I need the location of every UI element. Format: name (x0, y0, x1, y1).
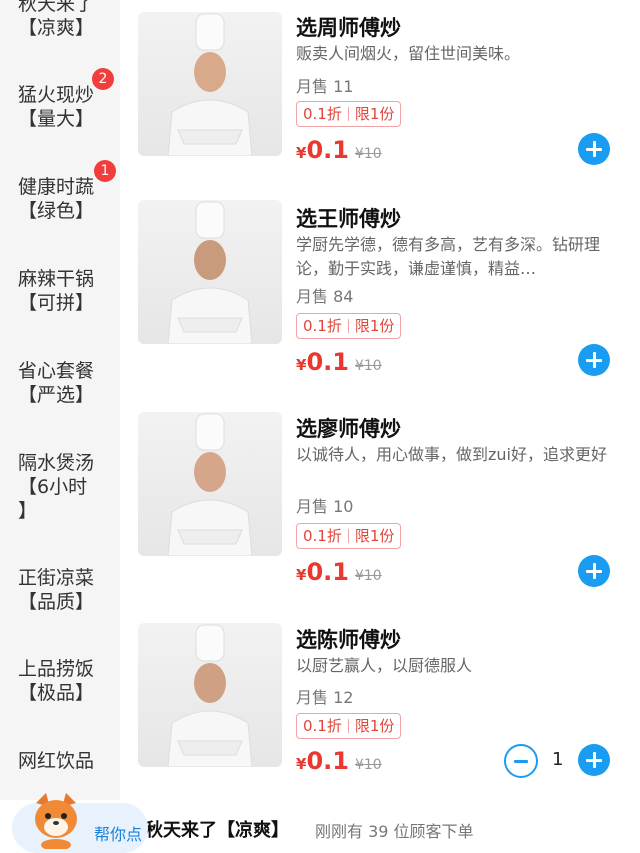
quantity-value: 1 (552, 749, 564, 770)
product-card[interactable]: 选廖师傅炒 以诚待人，用心做事，做到zui好，追求更好 月售 10 0.1折 限… (120, 410, 640, 620)
discount-label: 0.1折 (303, 717, 342, 735)
original-price: ¥10 (354, 568, 382, 584)
chef-icon (167, 413, 253, 556)
sidebar-item-sublabel: 】 (18, 500, 38, 522)
sidebar-item-vegetables[interactable]: 健康时蔬 【绿色】 (0, 175, 120, 223)
add-to-cart-plus-icon[interactable] (578, 344, 610, 376)
add-to-cart-plus-icon[interactable] (578, 133, 610, 165)
price: ¥0.1 ¥10 (296, 558, 382, 586)
sidebar-item-sublabel: 【严选】 (18, 384, 95, 406)
monthly-sales: 月售 84 (296, 287, 354, 306)
price: ¥0.1 ¥10 (296, 747, 382, 775)
discount-label: 0.1折 (303, 105, 342, 123)
sidebar-item-autumn[interactable]: 秋天来了 【凉爽】 (0, 0, 120, 40)
remove-from-cart-minus-icon[interactable] (504, 744, 538, 778)
price-value: 0.1 (306, 136, 349, 164)
sidebar-item-label: 秋天来了 (18, 0, 95, 15)
sidebar-item-label: 网红饮品 (18, 750, 95, 772)
sidebar-item-drinks[interactable]: 网红饮品 (0, 749, 120, 773)
sidebar-item-label: 省心套餐 (18, 360, 95, 382)
sidebar-item-coldsalad[interactable]: 正街凉菜 【品质】 (0, 566, 120, 614)
chef-photo (138, 412, 282, 556)
sidebar-item-label: 隔水煲汤 (18, 452, 95, 474)
product-description: 以诚待人，用心做事，做到zui好，追求更好 (296, 445, 607, 464)
product-description: 学厨先学德，德有多高，艺有多深。钻研理论，勤于实践，谦虚谨慎，精益… (296, 235, 601, 278)
currency-symbol: ¥ (296, 755, 307, 773)
monthly-sales: 月售 11 (296, 77, 354, 96)
product-title: 选王师傅炒 (296, 207, 401, 231)
product-description: 以厨艺赢人，以厨德服人 (296, 656, 473, 675)
chef-icon (167, 624, 253, 767)
sidebar-item-sublabel: 【6小时 (18, 476, 88, 498)
product-card[interactable]: 选周师傅炒 贩卖人间烟火，留住世间美味。 月售 11 0.1折 限1份 ¥0.1… (120, 0, 640, 210)
cart-count-badge: 1 (94, 160, 116, 182)
sidebar-item-sublabel: 【量大】 (18, 108, 95, 130)
limit-label: 限1份 (354, 527, 395, 545)
price-value: 0.1 (306, 747, 349, 775)
currency-symbol: ¥ (296, 356, 307, 374)
original-price: ¥10 (354, 146, 382, 162)
add-to-cart-plus-icon[interactable] (578, 744, 610, 776)
discount-label: 0.1折 (303, 317, 342, 335)
discount-label: 0.1折 (303, 527, 342, 545)
monthly-sales: 月售 10 (296, 497, 354, 516)
sidebar-item-sublabel: 【绿色】 (18, 200, 95, 222)
discount-tag: 0.1折 限1份 (296, 523, 402, 549)
discount-tag: 0.1折 限1份 (296, 101, 402, 127)
chef-icon (167, 13, 253, 156)
sidebar-item-drypot[interactable]: 麻辣干锅 【可拼】 (0, 267, 120, 315)
currency-symbol: ¥ (296, 566, 307, 584)
sidebar-item-label: 正街凉菜 (18, 567, 95, 589)
sidebar-item-sublabel: 【品质】 (18, 591, 95, 613)
product-title: 选周师傅炒 (296, 16, 401, 40)
chef-icon (167, 201, 253, 344)
price-value: 0.1 (306, 348, 349, 376)
cart-count-badge: 2 (92, 68, 114, 90)
footer-category-title: 秋天来了【凉爽】 (145, 820, 289, 841)
helper-label: 帮你点 (94, 825, 143, 844)
sidebar-item-stirfry[interactable]: 猛火现炒 【量大】 (0, 83, 120, 131)
limit-label: 限1份 (354, 105, 395, 123)
price-value: 0.1 (306, 558, 349, 586)
chef-photo (138, 12, 282, 156)
category-sidebar: 秋天来了 【凉爽】 猛火现炒 【量大】 2 健康时蔬 【绿色】 1 麻辣干锅 【… (0, 0, 120, 853)
chef-photo (138, 623, 282, 767)
product-description: 贩卖人间烟火，留住世间美味。 (296, 44, 521, 63)
sidebar-item-sublabel: 【可拼】 (18, 292, 95, 314)
limit-label: 限1份 (354, 317, 395, 335)
original-price: ¥10 (354, 757, 382, 773)
recent-orders-notice: 刚刚有 39 位顾客下单 (315, 822, 474, 841)
sidebar-item-label: 麻辣干锅 (18, 268, 95, 290)
help-me-order-button[interactable]: 帮你点 (12, 793, 148, 853)
currency-symbol: ¥ (296, 144, 307, 162)
sidebar-item-sublabel: 【凉爽】 (18, 17, 95, 39)
sidebar-item-sublabel: 【极品】 (18, 682, 95, 704)
add-to-cart-plus-icon[interactable] (578, 555, 610, 587)
monthly-sales: 月售 12 (296, 688, 354, 707)
sidebar-item-label: 上品捞饭 (18, 658, 95, 680)
limit-label: 限1份 (354, 717, 395, 735)
price: ¥0.1 ¥10 (296, 136, 382, 164)
product-title: 选廖师傅炒 (296, 417, 401, 441)
discount-tag: 0.1折 限1份 (296, 713, 402, 739)
product-card[interactable]: 选王师傅炒 学厨先学德，德有多高，艺有多深。钻研理论，勤于实践，谦虚谨慎，精益…… (120, 200, 640, 410)
chef-photo (138, 200, 282, 344)
sidebar-item-setmeal[interactable]: 省心套餐 【严选】 (0, 359, 120, 407)
mascot-icon (35, 793, 77, 849)
sidebar-item-rice[interactable]: 上品捞饭 【极品】 (0, 657, 120, 705)
discount-tag: 0.1折 限1份 (296, 313, 402, 339)
original-price: ¥10 (354, 358, 382, 374)
sidebar-item-soup[interactable]: 隔水煲汤 【6小时 】 (0, 451, 120, 523)
price: ¥0.1 ¥10 (296, 348, 382, 376)
product-title: 选陈师傅炒 (296, 628, 401, 652)
